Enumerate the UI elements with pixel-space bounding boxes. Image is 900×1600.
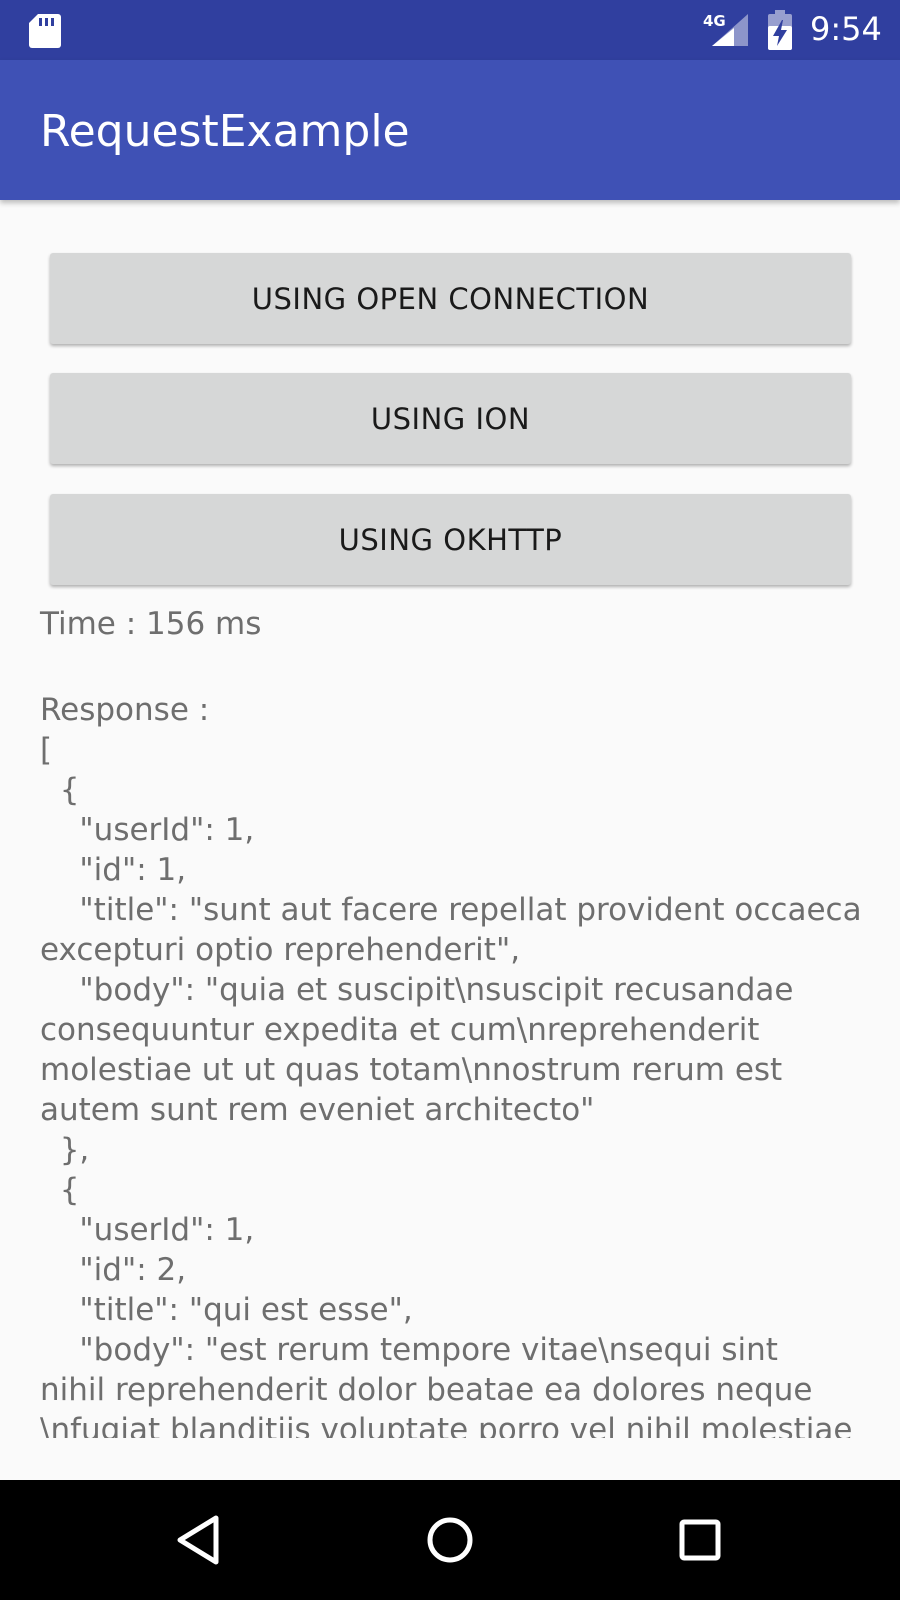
response-line: nihil reprehenderit dolor beatae ea dolo… [40, 1372, 813, 1408]
response-line: consequuntur expedita et cum\nreprehende… [40, 1012, 760, 1048]
response-line: "body": "quia et suscipit\nsuscipit recu… [40, 972, 794, 1008]
response-line: "body": "est rerum tempore vitae\nsequi … [40, 1332, 778, 1368]
back-triangle-icon[interactable] [172, 1510, 232, 1570]
using-okhttp-button[interactable]: USING OKHTTP [50, 494, 851, 585]
battery-charging-icon [768, 10, 792, 50]
response-line: \nfugiat blanditiis voluptate porro vel … [40, 1412, 853, 1438]
sd-card-icon [29, 14, 61, 48]
navigation-bar [0, 1480, 900, 1600]
status-clock: 9:54 [810, 10, 882, 48]
response-line: "userId": 1, [40, 812, 255, 848]
response-line: "title": "qui est esse", [40, 1292, 413, 1328]
response-line: Response : [40, 692, 210, 728]
using-ion-button[interactable]: USING ION [50, 373, 851, 464]
app-bar: RequestExample [0, 60, 900, 200]
using-open-connection-button[interactable]: USING OPEN CONNECTION [50, 253, 851, 344]
response-line: "id": 1, [40, 852, 187, 888]
response-line: [ [40, 732, 53, 768]
response-line: "userId": 1, [40, 1212, 255, 1248]
time-text: Time : 156 ms [40, 606, 262, 642]
response-line: "id": 2, [40, 1252, 187, 1288]
status-bar: 4G 9:54 [0, 0, 900, 60]
response-text[interactable]: Response : [ { "userId": 1, "id": 1, "ti… [40, 690, 860, 1438]
response-line: autem sunt rem eveniet architecto" [40, 1092, 595, 1128]
response-line: }, [40, 1132, 90, 1168]
home-circle-icon[interactable] [420, 1510, 480, 1570]
response-line: molestiae ut ut quas totam\nnostrum reru… [40, 1052, 783, 1088]
response-line: { [40, 772, 80, 808]
response-line: "title": "sunt aut facere repellat provi… [40, 892, 860, 928]
response-line: { [40, 1172, 80, 1208]
signal-icon [712, 14, 748, 46]
app-title: RequestExample [40, 106, 410, 157]
recent-apps-square-icon[interactable] [670, 1510, 730, 1570]
response-line: excepturi optio reprehenderit", [40, 932, 521, 968]
